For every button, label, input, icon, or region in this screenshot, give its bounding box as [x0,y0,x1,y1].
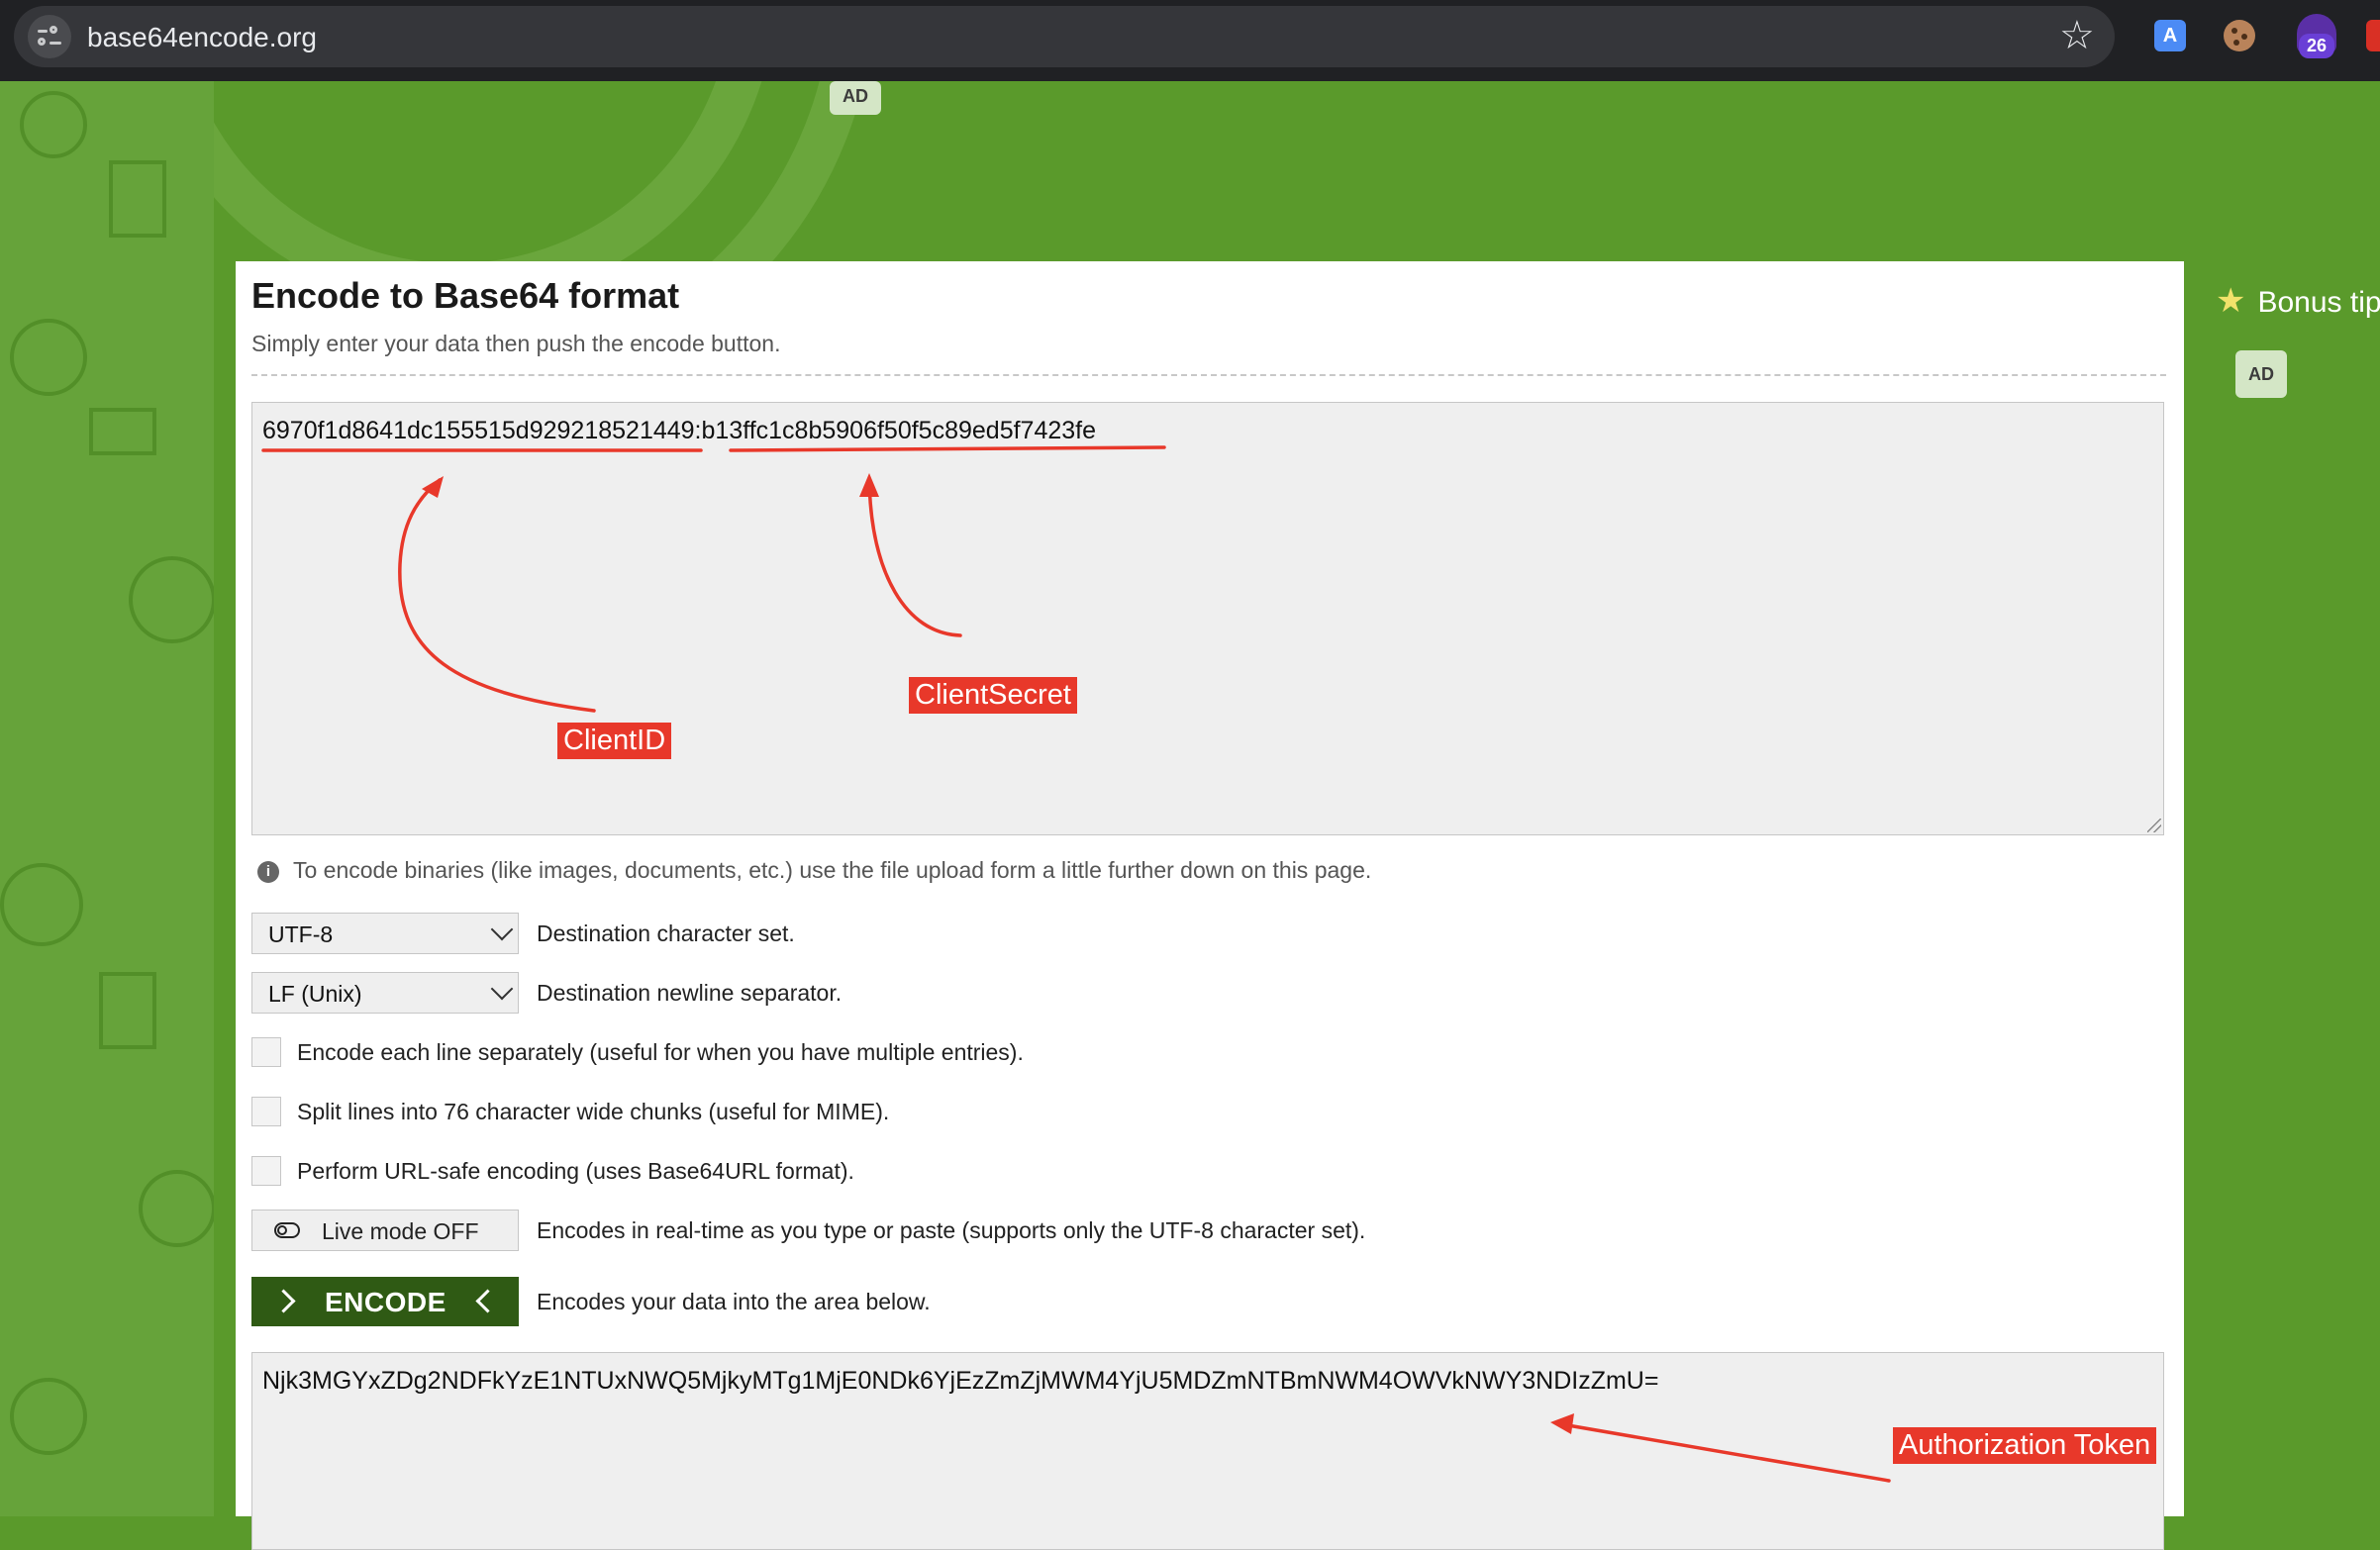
info-icon: i [257,860,279,883]
input-text: 6970f1d8641dc155515d929218521449:b13ffc1… [262,417,1097,444]
star-icon: ★ [2216,282,2246,320]
page-title: Encode to Base64 format [251,275,680,316]
info-text: To encode binaries (like images, documen… [293,857,1372,883]
red-extension-icon[interactable] [2366,20,2380,51]
newline-select[interactable]: LF (Unix) [251,972,519,1014]
bookmark-star-icon[interactable]: ☆ [2059,16,2095,55]
ad-badge-top[interactable]: AD [830,81,881,115]
chevron-down-icon [490,918,514,941]
background-pattern [0,81,214,1516]
address-bar[interactable]: base64encode.org ☆ [14,6,2115,67]
bonus-tip-label: Bonus tip [2257,286,2380,319]
output-text: Njk3MGYxZDg2NDFkYzE1NTUxNWQ5MjkyMTg1MjE0… [262,1367,1659,1395]
cookie-extension-icon[interactable] [2224,20,2255,51]
encode-each-line-label[interactable]: Encode each line separately (useful for … [297,1039,1024,1066]
client-secret-annotation: ClientSecret [909,677,1077,714]
client-id-annotation: ClientID [557,723,672,759]
charset-value: UTF-8 [268,921,334,947]
encode-button[interactable]: ENCODE [251,1277,519,1326]
chevron-down-icon [490,977,514,1001]
newline-value: LF (Unix) [268,981,362,1007]
split-lines-checkbox[interactable] [251,1097,281,1126]
resize-handle-icon[interactable] [2147,819,2161,832]
live-mode-button[interactable]: Live mode OFF [251,1210,519,1251]
auth-token-annotation: Authorization Token [1893,1427,2157,1464]
encode-each-line-checkbox[interactable] [251,1037,281,1067]
header-banner: AD [214,81,2380,261]
data-input-textarea[interactable]: 6970f1d8641dc155515d929218521449:b13ffc1… [251,402,2164,835]
divider [251,374,2166,376]
live-mode-description: Encodes in real-time as you type or past… [537,1217,1366,1243]
page-subtitle: Simply enter your data then push the enc… [251,331,781,356]
binary-info-note: i To encode binaries (like images, docume… [257,857,1371,884]
charset-select[interactable]: UTF-8 [251,913,519,954]
url-safe-checkbox[interactable] [251,1156,281,1186]
encode-label: ENCODE [325,1287,446,1317]
split-lines-label[interactable]: Split lines into 76 character wide chunk… [297,1099,889,1125]
url-safe-label[interactable]: Perform URL-safe encoding (uses Base64UR… [297,1158,854,1185]
browser-toolbar: base64encode.org ☆ A 26 [0,0,2380,81]
site-info-icon[interactable] [28,15,71,58]
newline-label: Destination newline separator. [537,980,843,1006]
translate-extension-icon[interactable]: A [2154,20,2186,51]
chevron-left-icon [475,1289,500,1313]
encode-description: Encodes your data into the area below. [537,1289,931,1314]
bonus-tip-heading: ★ Bonus tip [2216,281,2380,321]
output-textarea[interactable]: Njk3MGYxZDg2NDFkYzE1NTUxNWQ5MjkyMTg1MjE0… [251,1352,2164,1550]
encoder-card: Encode to Base64 format Simply enter you… [236,261,2184,1550]
url-text[interactable]: base64encode.org [87,22,317,53]
ad-badge-side[interactable]: AD [2235,350,2287,398]
live-mode-label: Live mode OFF [322,1218,479,1244]
toggle-off-icon [274,1222,300,1238]
charset-label: Destination character set. [537,920,795,946]
extension-badge: 26 [2299,34,2335,58]
chevron-right-icon [271,1289,296,1313]
